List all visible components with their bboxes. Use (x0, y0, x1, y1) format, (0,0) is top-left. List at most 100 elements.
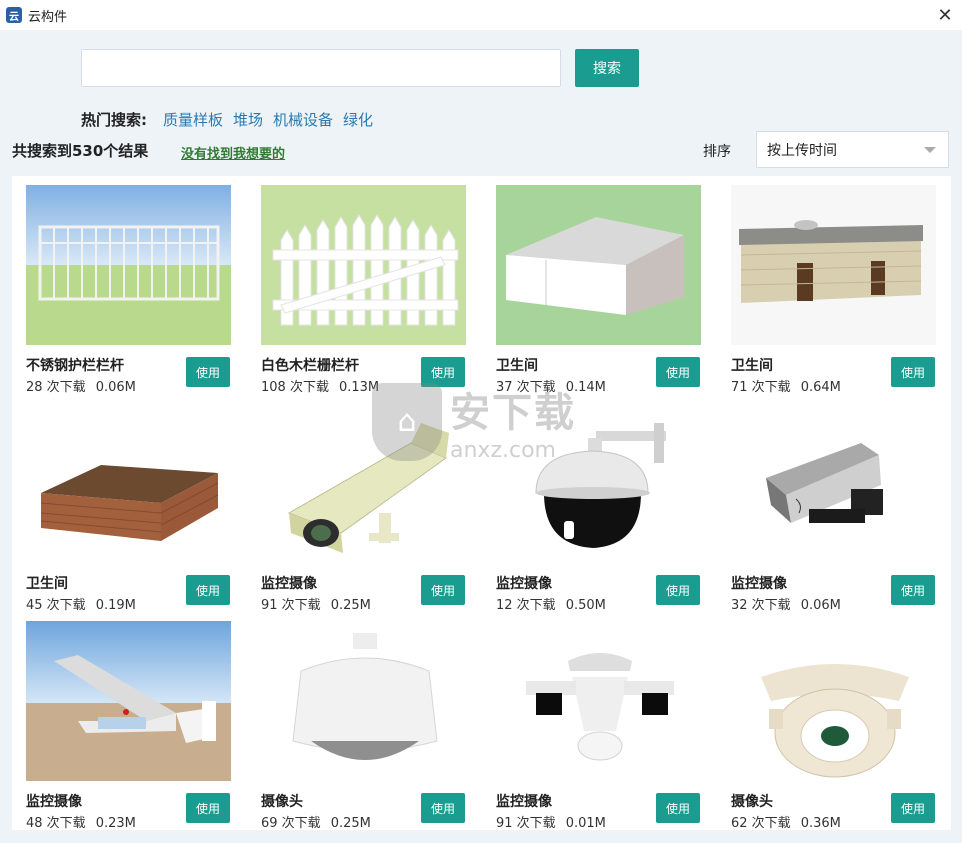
file-size: 0.19M (95, 598, 136, 613)
not-found-link[interactable]: 没有找到我想要的 (181, 143, 285, 162)
hot-search-link[interactable]: 机械设备 (273, 109, 333, 130)
card-meta: 91 次下载 0.25M (261, 594, 371, 613)
use-button[interactable]: 使用 (656, 575, 700, 605)
use-button[interactable]: 使用 (891, 357, 935, 387)
card-meta: 48 次下载 0.23M (26, 812, 136, 831)
hot-search-link[interactable]: 质量样板 (163, 109, 223, 130)
use-button[interactable]: 使用 (891, 793, 935, 823)
thumbnail-pendant-dome (261, 621, 466, 781)
card-title: 摄像头 (261, 794, 303, 810)
card-meta: 71 次下载 0.64M (731, 376, 841, 395)
file-size: 0.64M (800, 380, 841, 395)
use-button[interactable]: 使用 (656, 793, 700, 823)
use-button[interactable]: 使用 (186, 575, 230, 605)
thumbnail-ring-camera (731, 621, 936, 781)
title-bar: 云 云构件 ✕ (0, 0, 962, 30)
card-meta: 62 次下载 0.36M (731, 812, 841, 831)
hot-search-row: 热门搜索: 质量样板 堆场 机械设备 绿化 (81, 107, 383, 131)
thumbnail-dual-camera (496, 621, 701, 781)
download-count: 71 次下载 (731, 380, 791, 395)
results-grid: 不锈钢护栏栏杆 28 次下载 0.06M 使用 白色木栏栅栏杆 108 次下载 … (12, 176, 951, 831)
card-title: 摄像头 (731, 794, 773, 810)
app-logo-icon: 云 (6, 7, 22, 23)
thumbnail-dome-camera (496, 403, 701, 563)
hot-search-link[interactable]: 绿化 (343, 109, 373, 130)
card-meta: 28 次下载 0.06M (26, 376, 136, 395)
component-card[interactable]: 监控摄像 12 次下载 0.50M 使用 (496, 403, 716, 613)
component-card[interactable]: 摄像头 62 次下载 0.36M 使用 (731, 621, 951, 831)
use-button[interactable]: 使用 (421, 575, 465, 605)
component-card[interactable]: 监控摄像 91 次下载 0.25M 使用 (261, 403, 481, 613)
card-meta: 32 次下载 0.06M (731, 594, 841, 613)
component-card[interactable]: 卫生间 71 次下载 0.64M 使用 (731, 185, 951, 395)
card-title: 监控摄像 (26, 794, 82, 810)
close-icon[interactable]: ✕ (934, 4, 956, 26)
thumbnail-wall-camera (26, 621, 231, 781)
search-input[interactable] (81, 49, 561, 87)
component-card[interactable]: 摄像头 69 次下载 0.25M 使用 (261, 621, 481, 831)
component-card[interactable]: 监控摄像 48 次下载 0.23M 使用 (26, 621, 246, 831)
sort-dropdown[interactable]: 按上传时间 (756, 131, 949, 168)
file-size: 0.25M (330, 598, 371, 613)
sort-selected-value: 按上传时间 (767, 142, 837, 159)
card-meta: 37 次下载 0.14M (496, 376, 606, 395)
card-meta: 12 次下载 0.50M (496, 594, 606, 613)
window-title: 云构件 (28, 9, 68, 25)
file-size: 0.50M (565, 598, 606, 613)
use-button[interactable]: 使用 (421, 793, 465, 823)
file-size: 0.01M (565, 816, 606, 831)
download-count: 12 次下载 (496, 598, 556, 613)
download-count: 37 次下载 (496, 380, 556, 395)
use-button[interactable]: 使用 (891, 575, 935, 605)
component-card[interactable]: 白色木栏栅栏杆 108 次下载 0.13M 使用 (261, 185, 481, 395)
card-title: 不锈钢护栏栏杆 (26, 358, 124, 374)
hot-search-link[interactable]: 堆场 (233, 109, 263, 130)
file-size: 0.06M (800, 598, 841, 613)
thumbnail-bullet-camera (261, 403, 466, 563)
component-card[interactable]: 监控摄像 32 次下载 0.06M 使用 (731, 403, 951, 613)
component-card[interactable]: 卫生间 37 次下载 0.14M 使用 (496, 185, 716, 395)
file-size: 0.13M (338, 380, 380, 395)
download-count: 108 次下载 (261, 380, 329, 395)
card-meta: 45 次下载 0.19M (26, 594, 136, 613)
file-size: 0.25M (330, 816, 371, 831)
component-card[interactable]: 卫生间 45 次下载 0.19M 使用 (26, 403, 246, 613)
card-title: 卫生间 (731, 358, 773, 374)
component-card[interactable]: 监控摄像 91 次下载 0.01M 使用 (496, 621, 716, 831)
card-meta: 69 次下载 0.25M (261, 812, 371, 831)
card-meta: 91 次下载 0.01M (496, 812, 606, 831)
thumbnail-white-box (496, 185, 701, 345)
download-count: 91 次下载 (496, 816, 556, 831)
card-title: 卫生间 (496, 358, 538, 374)
file-size: 0.06M (95, 380, 136, 395)
card-meta: 108 次下载 0.13M (261, 376, 379, 395)
card-title: 白色木栏栅栏杆 (261, 358, 359, 374)
thumbnail-railing (26, 185, 231, 345)
thumbnail-box-camera (731, 403, 936, 563)
thumbnail-brick-box (26, 403, 231, 563)
card-title: 监控摄像 (261, 576, 317, 592)
download-count: 28 次下载 (26, 380, 86, 395)
use-button[interactable]: 使用 (186, 357, 230, 387)
card-title: 监控摄像 (731, 576, 787, 592)
file-size: 0.23M (95, 816, 136, 831)
use-button[interactable]: 使用 (656, 357, 700, 387)
download-count: 32 次下载 (731, 598, 791, 613)
card-title: 卫生间 (26, 576, 68, 592)
sort-label: 排序 (703, 144, 731, 160)
file-size: 0.14M (565, 380, 606, 395)
chevron-down-icon (924, 147, 936, 153)
download-count: 45 次下载 (26, 598, 86, 613)
hot-search-label: 热门搜索: (81, 110, 147, 129)
result-count: 共搜索到530个结果 (12, 142, 149, 160)
file-size: 0.36M (800, 816, 841, 831)
component-card[interactable]: 不锈钢护栏栏杆 28 次下载 0.06M 使用 (26, 185, 246, 395)
download-count: 91 次下载 (261, 598, 321, 613)
search-button[interactable]: 搜索 (575, 49, 639, 87)
use-button[interactable]: 使用 (186, 793, 230, 823)
use-button[interactable]: 使用 (421, 357, 465, 387)
download-count: 48 次下载 (26, 816, 86, 831)
card-title: 监控摄像 (496, 576, 552, 592)
thumbnail-building (731, 185, 936, 345)
download-count: 62 次下载 (731, 816, 791, 831)
